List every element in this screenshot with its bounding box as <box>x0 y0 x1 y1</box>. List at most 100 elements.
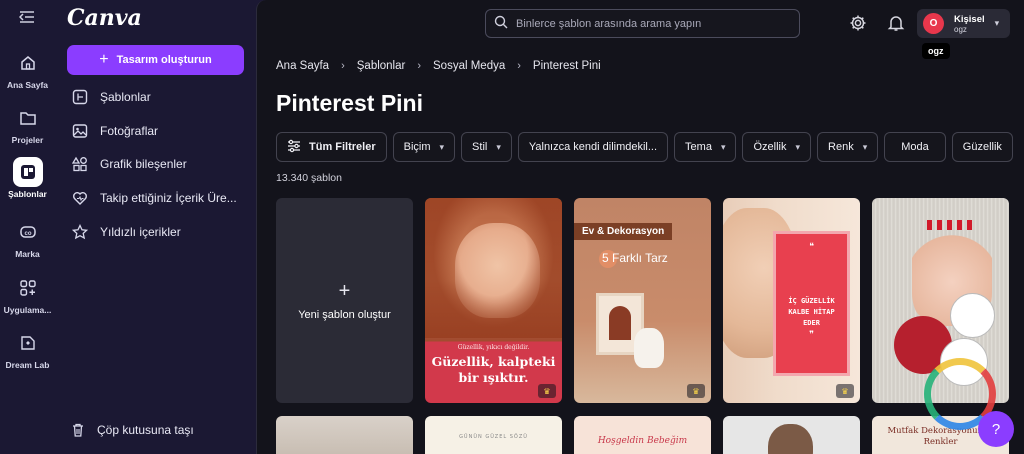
sidebar-item-followed-creators[interactable]: Takip ettiğiniz İçerik Üre... <box>71 187 251 209</box>
template-card[interactable]: Hoşgeldin Bebeğim <box>574 416 711 454</box>
breadcrumb-home[interactable]: Ana Sayfa <box>276 60 329 72</box>
notification-bell-icon[interactable] <box>887 14 905 32</box>
account-type: Kişisel <box>954 13 985 25</box>
rail-label: Uygulama... <box>3 305 52 315</box>
template-card[interactable]: Güzellik, yıkıcı değildir. Güzellik, kal… <box>425 198 562 403</box>
avatar: O <box>923 13 944 34</box>
all-filters-label: Tüm Filtreler <box>309 141 376 153</box>
template-text: Hoşgeldin Bebeğim <box>597 436 688 446</box>
page-title: Pinterest Pini <box>276 90 423 116</box>
help-button[interactable]: ? <box>978 411 1014 447</box>
template-decoration <box>609 306 631 340</box>
menu-toggle-icon[interactable] <box>18 10 35 24</box>
templates-icon <box>12 157 43 187</box>
chevron-right-icon: › <box>517 60 521 72</box>
sidebar-item-graphics[interactable]: Grafik bileşenler <box>71 153 251 175</box>
chevron-down-icon: ▾ <box>862 141 868 152</box>
filter-feature[interactable]: Özellik ▾ <box>742 132 812 162</box>
photo-icon <box>71 122 89 140</box>
settings-gear-icon[interactable] <box>849 14 867 32</box>
rail-item-dream-lab[interactable]: Dream Lab <box>0 328 55 370</box>
sidebar: Canva + Tasarım oluşturun Şablonlar Foto… <box>55 0 256 454</box>
chevron-down-icon: ▾ <box>496 141 501 152</box>
chevron-down-icon: ▾ <box>439 141 445 152</box>
rail-item-apps[interactable]: Uygulama... <box>0 273 55 315</box>
sidebar-item-photos[interactable]: Fotoğraflar <box>71 120 251 142</box>
rail-item-templates[interactable]: Şablonlar <box>0 157 55 199</box>
breadcrumb: Ana Sayfa › Şablonlar › Sosyal Medya › P… <box>276 60 601 72</box>
sliders-icon <box>287 139 301 156</box>
template-text: Güzellik, yıkıcı değildir. <box>457 344 530 351</box>
filter-label: Yalnızca kendi dilimdekil... <box>528 141 658 153</box>
crown-icon: ♛ <box>687 384 705 398</box>
template-image <box>634 328 664 368</box>
crown-icon: ♛ <box>836 384 854 398</box>
account-name: ogz <box>954 24 967 34</box>
rail-label: Marka <box>15 249 40 259</box>
breadcrumb-social-media[interactable]: Sosyal Medya <box>433 60 505 72</box>
home-icon <box>13 48 43 78</box>
template-text: GÜNÜN GÜZEL SÖZÜ <box>459 434 528 440</box>
template-decoration <box>950 293 995 338</box>
template-card[interactable]: ❝ İÇ GÜZELLİK KALBE HİTAP EDER ❞ ♛ <box>723 198 860 403</box>
filter-color[interactable]: Renk ▾ <box>817 132 879 162</box>
filter-fashion[interactable]: Moda <box>884 132 946 162</box>
create-design-label: Tasarım oluşturun <box>116 54 212 66</box>
account-switcher[interactable]: O Kişisel ogz ▾ <box>917 9 1010 38</box>
filter-label: Renk <box>828 141 854 153</box>
template-image <box>768 424 813 454</box>
rail-label: Projeler <box>11 135 44 145</box>
search-icon <box>494 15 508 32</box>
chevron-right-icon: › <box>341 60 345 72</box>
filter-beauty[interactable]: Güzellik <box>951 132 1013 162</box>
filter-label: Güzellik <box>962 141 1002 153</box>
quote-icon: ❝ <box>809 242 814 252</box>
sidebar-item-starred[interactable]: Yıldızlı içerikler <box>71 221 251 243</box>
filter-theme[interactable]: Tema ▾ <box>674 132 737 162</box>
template-card[interactable]: GÜNÜN GÜZEL SÖZÜ <box>425 416 562 454</box>
rail-item-home[interactable]: Ana Sayfa <box>0 48 55 90</box>
filter-label: Özellik <box>753 141 787 153</box>
filter-style[interactable]: Stil ▾ <box>461 132 512 162</box>
template-text: Güzellik, kalpteki bir ışıktır. <box>431 354 556 385</box>
chevron-down-icon: ▾ <box>994 18 1000 29</box>
rail-label: Şablonlar <box>8 189 47 199</box>
search-input[interactable]: Binlerce şablon arasında arama yapın <box>485 9 800 38</box>
template-image-overlay <box>425 198 562 338</box>
account-text: Kişisel ogz <box>954 14 985 34</box>
template-text: 5 Farklı Tarz <box>602 251 668 265</box>
sidebar-item-label: Fotoğraflar <box>100 124 159 138</box>
trash-button[interactable]: Çöp kutusuna taşı <box>69 421 194 439</box>
rail-item-projects[interactable]: Projeler <box>0 103 55 145</box>
dream-lab-icon <box>13 328 43 358</box>
filter-bar: Tüm Filtreler Biçim ▾ Stil ▾ Yalnızca kend… <box>276 132 1019 162</box>
plus-icon: + <box>338 280 351 302</box>
all-filters-button[interactable]: Tüm Filtreler <box>276 132 387 162</box>
canva-logo[interactable]: Canva <box>67 5 142 31</box>
rail-item-brand[interactable]: co Marka <box>0 217 55 259</box>
svg-text:co: co <box>24 231 31 237</box>
search-placeholder: Binlerce şablon arasında arama yapın <box>516 17 702 30</box>
nav-rail: Ana Sayfa Projeler Şablonlar co Marka Uy… <box>0 0 55 454</box>
filter-format[interactable]: Biçim ▾ <box>392 132 456 162</box>
template-card[interactable] <box>276 416 413 454</box>
filter-label: Tema <box>685 141 712 153</box>
sidebar-item-label: Şablonlar <box>100 90 151 104</box>
breadcrumb-current: Pinterest Pini <box>532 60 601 72</box>
filter-language[interactable]: Yalnızca kendi dilimdekil... <box>517 132 669 162</box>
template-count: 13.340 şablon <box>276 172 342 184</box>
sidebar-item-label: Takip ettiğiniz İçerik Üre... <box>100 191 237 205</box>
template-card[interactable] <box>723 416 860 454</box>
sidebar-item-label: Grafik bileşenler <box>100 157 187 171</box>
quote-icon: ❞ <box>809 330 814 340</box>
sidebar-item-templates[interactable]: Şablonlar <box>71 86 251 108</box>
template-card[interactable]: Ev & Dekorasyon 5 Farklı Tarz ♛ <box>574 198 711 403</box>
breadcrumb-templates[interactable]: Şablonlar <box>357 60 406 72</box>
brand-icon: co <box>13 217 43 247</box>
new-template-card[interactable]: + Yeni şablon oluştur <box>276 198 413 403</box>
chevron-right-icon: › <box>417 60 422 72</box>
create-design-button[interactable]: + Tasarım oluşturun <box>67 45 244 75</box>
rail-label: Ana Sayfa <box>6 80 49 90</box>
star-icon <box>71 223 89 241</box>
apps-icon <box>13 273 43 303</box>
